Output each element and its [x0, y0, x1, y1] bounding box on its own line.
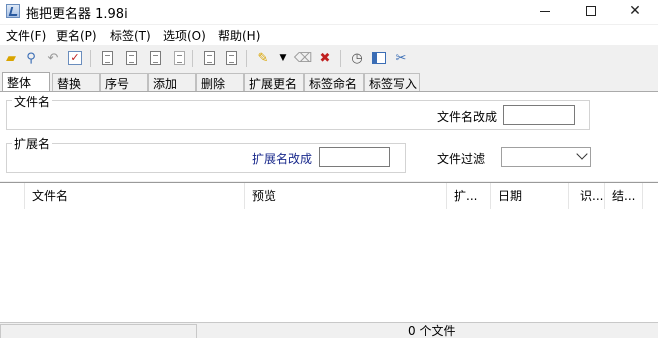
column-extension[interactable]: 扩... [448, 183, 490, 209]
status-pane-left [0, 324, 197, 338]
document-icon[interactable] [200, 49, 218, 67]
tab-overall[interactable]: 整体 [2, 72, 50, 93]
file-count-status: 0 个文件 [408, 324, 456, 338]
extension-group-label: 扩展名 [12, 135, 53, 152]
maximize-button[interactable] [568, 0, 614, 24]
menu-bar: 文件(F) 更名(P) 标签(T) 选项(O) 帮助(H) [0, 25, 658, 45]
dropdown-arrow-icon[interactable]: ▼ [274, 49, 292, 67]
file-list[interactable]: 文件名 预览 扩... 日期 识... 结... [0, 182, 658, 322]
window-title: 拖把更名器 1.98i [26, 7, 128, 22]
close-icon: ✕ [629, 3, 641, 19]
tab-tag-write[interactable]: 标签写入 [364, 73, 420, 92]
column-date[interactable]: 日期 [492, 183, 568, 209]
filename-rename-label: 文件名改成 [437, 110, 498, 124]
search-icon[interactable]: ⚲ [22, 49, 40, 67]
menu-file[interactable]: 文件(F) [6, 27, 46, 44]
minimize-button[interactable] [522, 0, 568, 24]
tab-replace[interactable]: 替换 [52, 73, 100, 92]
menu-rename[interactable]: 更名(P) [56, 27, 97, 44]
open-folder-icon[interactable]: ▰ [2, 49, 20, 67]
column-preview[interactable]: 预览 [246, 183, 446, 209]
extension-rename-input[interactable] [319, 147, 390, 167]
delete-name-icon[interactable]: ✖ [316, 49, 334, 67]
rename-file-icon[interactable] [98, 49, 116, 67]
chevron-down-icon [576, 148, 588, 160]
rename-file-icon[interactable] [122, 49, 140, 67]
menu-tag[interactable]: 标签(T) [110, 27, 151, 44]
maximize-icon [586, 6, 596, 16]
clear-name-icon[interactable]: ⌫ [294, 49, 312, 67]
document-icon[interactable] [222, 49, 240, 67]
column-filename[interactable]: 文件名 [26, 183, 244, 209]
tab-strip: 整体 替换 序号 添加 删除 扩展更名 标签命名 标签写入 [0, 72, 658, 93]
filter-label: 文件过滤 [437, 152, 486, 166]
title-bar: 拖把更名器 1.98i ✕ [0, 0, 658, 24]
folder-open-icon[interactable]: ✎ [254, 49, 272, 67]
status-bar: 0 个文件 [0, 322, 658, 338]
tab-extension-rename[interactable]: 扩展更名 [244, 73, 304, 92]
minimize-icon [540, 10, 550, 12]
checkmark-icon[interactable]: ✓ [66, 49, 84, 67]
close-button[interactable]: ✕ [612, 0, 658, 24]
preview-window-icon[interactable] [370, 49, 388, 67]
toolbar: ▰ ⚲ ↶ ✓ ✎ ▼ ⌫ ✖ ◷ ✂ [0, 47, 658, 71]
column-result[interactable]: 结... [606, 183, 642, 209]
overall-panel: 文件名 文件名改成 扩展名 扩展名改成 文件过滤 [0, 91, 658, 181]
extension-rename-label: 扩展名改成 [252, 152, 313, 166]
app-logo-icon [6, 4, 20, 18]
undo-icon[interactable]: ↶ [44, 49, 62, 67]
column-identify[interactable]: 识... [574, 183, 604, 209]
tab-add[interactable]: 添加 [148, 73, 196, 92]
menu-options[interactable]: 选项(O) [163, 27, 206, 44]
filename-rename-input[interactable] [503, 105, 575, 125]
tab-tag-naming[interactable]: 标签命名 [304, 73, 364, 92]
rename-file-gray-icon[interactable] [170, 49, 188, 67]
rename-file-icon[interactable] [146, 49, 164, 67]
tab-sequence[interactable]: 序号 [100, 73, 148, 92]
menu-help[interactable]: 帮助(H) [218, 27, 260, 44]
filter-select[interactable] [501, 147, 591, 167]
tab-delete[interactable]: 删除 [196, 73, 244, 92]
clock-icon[interactable]: ◷ [348, 49, 366, 67]
filename-group-label: 文件名 [12, 93, 53, 110]
settings-tools-icon[interactable]: ✂ [392, 49, 410, 67]
